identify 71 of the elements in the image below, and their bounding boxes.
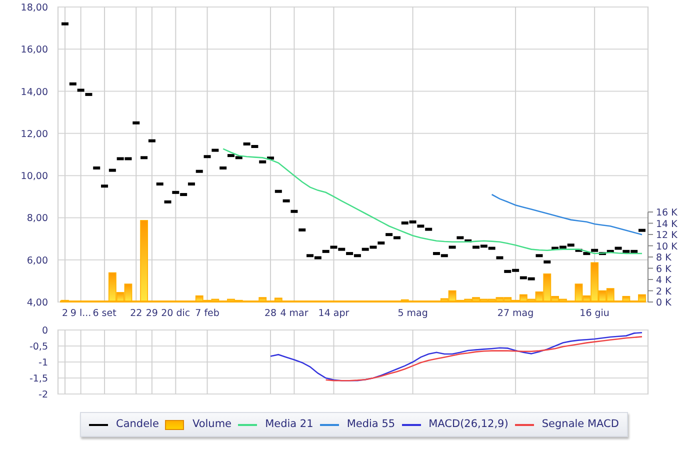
- candle-marker: [274, 190, 282, 193]
- x-axis-label: 29: [146, 308, 158, 319]
- candle-marker: [212, 148, 219, 152]
- y-axis-label: 14,00: [20, 86, 48, 98]
- candle-marker: [148, 139, 156, 142]
- candle-marker: [536, 254, 543, 258]
- volume-axis-label: 4 K: [656, 275, 672, 286]
- legend-line-icon: [514, 424, 534, 426]
- candle-marker: [196, 170, 203, 173]
- legend-line-icon: [89, 424, 108, 426]
- candle-marker: [496, 256, 504, 260]
- candle-marker: [282, 199, 290, 202]
- legend-swatch: [165, 420, 184, 430]
- y-axis-label: 10,00: [20, 171, 48, 182]
- candle-marker: [62, 22, 68, 26]
- x-axis-label: 5 mag: [398, 308, 428, 319]
- volume-axis-label: 14 K: [656, 218, 678, 230]
- x-axis-label: 2: [62, 308, 68, 319]
- volume-axis-label: 8 K: [656, 252, 672, 264]
- candle-marker: [448, 246, 456, 249]
- candle-marker: [156, 182, 164, 186]
- candle-marker: [140, 156, 148, 160]
- x-axis-label: 16 giu: [580, 308, 610, 319]
- legend-label: Volume: [192, 416, 232, 432]
- x-axis-label: 28: [264, 308, 277, 319]
- y-axis-label: 16,00: [20, 44, 48, 56]
- candle-marker: [298, 228, 306, 232]
- volume-axis-label: 0 K: [656, 298, 672, 308]
- y-axis-label: 0: [42, 326, 48, 336]
- volume-axis-label: 6 K: [656, 264, 672, 275]
- volume-axis-label: 10 K: [656, 241, 678, 252]
- x-axis-label: 14 apr: [318, 308, 350, 319]
- candle-marker: [132, 121, 140, 124]
- y-axis-label: 8,00: [26, 213, 48, 224]
- legend-label: Media 21: [265, 416, 314, 432]
- candle-marker: [188, 182, 195, 186]
- y-axis-label: -1,5: [29, 374, 48, 384]
- candle-marker: [93, 166, 100, 170]
- y-axis-label: 4,00: [26, 298, 48, 308]
- legend-label: Media 55: [346, 416, 396, 432]
- legend-line-icon: [402, 424, 421, 426]
- candle-marker: [204, 155, 211, 158]
- legend-line-icon: [320, 424, 339, 426]
- y-axis-label: -0,5: [29, 342, 48, 352]
- legend-line-icon: [238, 424, 258, 426]
- volume-axis-label: 16 K: [656, 208, 678, 218]
- candle-marker: [290, 210, 298, 213]
- candle-marker: [164, 200, 172, 204]
- y-axis-label: 12,00: [20, 128, 48, 140]
- x-axis-label: 9 l...: [70, 308, 92, 319]
- x-axis-label: 6 set: [92, 308, 116, 319]
- candle-marker: [101, 184, 108, 188]
- candle-marker: [108, 168, 116, 172]
- candle-marker: [220, 166, 227, 170]
- y-axis-label: 18,00: [20, 2, 48, 14]
- y-axis-label: -1: [38, 358, 48, 368]
- x-axis-label: 7 feb: [195, 308, 220, 319]
- candle-marker: [69, 82, 76, 86]
- legend-label: Candele: [116, 416, 159, 432]
- candle-marker: [638, 228, 646, 232]
- x-axis-label: 27 mag: [497, 308, 534, 319]
- volume-axis-label: 12 K: [656, 230, 678, 241]
- legend-label: Segnale MACD: [542, 416, 619, 432]
- x-axis-label: 20 dic: [161, 308, 190, 319]
- legend-label: MACD(26,12,9): [428, 416, 508, 432]
- candle-marker: [544, 260, 551, 264]
- y-axis-label: -2: [38, 390, 48, 400]
- x-axis-label: 22: [130, 308, 142, 319]
- volume-axis-label: 2 K: [656, 286, 672, 298]
- x-axis-label: 4 mar: [280, 308, 308, 319]
- y-axis-label: 6,00: [26, 255, 48, 266]
